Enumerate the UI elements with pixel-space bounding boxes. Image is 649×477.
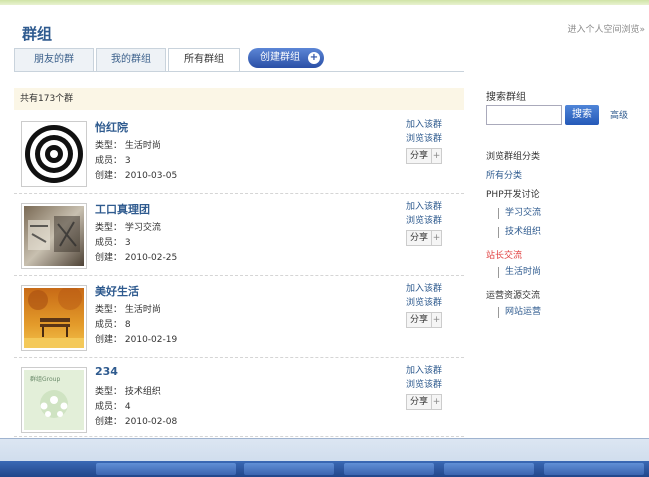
group-thumbnail[interactable]	[21, 203, 87, 269]
group-type: 类型： 学习交流	[95, 223, 161, 233]
group-members: 成员： 3	[95, 156, 131, 166]
group-thumbnail[interactable]: 群组Group	[21, 367, 87, 433]
group-members: 成员： 3	[95, 238, 131, 248]
row-separator	[14, 357, 464, 358]
spiral-image-icon	[24, 124, 84, 184]
group-thumbnail[interactable]	[21, 121, 87, 187]
group-item: 怡红院 类型： 生活时尚 成员： 3 创建： 2010-03-05 加入该群 浏…	[14, 114, 464, 192]
search-input[interactable]	[486, 105, 562, 125]
tab-friends-groups[interactable]: 朋友的群	[14, 48, 94, 71]
group-name[interactable]: 工口真理团	[95, 201, 150, 217]
taskbar-button[interactable]	[244, 463, 334, 475]
search-button[interactable]: 搜索	[565, 105, 599, 125]
tab-divider	[14, 71, 464, 72]
share-button[interactable]: 分享 +	[406, 394, 442, 410]
group-item: 工口真理团 类型： 学习交流 成员： 3 创建： 2010-02-25 加入该群…	[14, 196, 464, 274]
group-created: 创建： 2010-02-08	[95, 417, 178, 427]
join-group-link[interactable]: 加入该群	[406, 364, 466, 378]
category-admin[interactable]: 站长交流	[486, 248, 522, 261]
tab-my-groups[interactable]: 我的群组	[96, 48, 166, 71]
plus-icon: +	[308, 52, 320, 64]
page-title: 群组	[22, 25, 53, 43]
taskbar	[0, 438, 649, 477]
taskbar-button[interactable]	[544, 463, 644, 475]
categories-title: 浏览群组分类	[486, 152, 541, 162]
tab-all-groups[interactable]: 所有群组	[168, 48, 240, 72]
group-actions: 加入该群 浏览该群	[406, 200, 466, 228]
join-group-link[interactable]: 加入该群	[406, 200, 466, 214]
subcategory-tech[interactable]: 技术组织	[498, 227, 541, 238]
taskbar-button[interactable]	[444, 463, 534, 475]
group-name[interactable]: 234	[95, 365, 118, 378]
share-plus-icon: +	[431, 149, 441, 163]
group-actions: 加入该群 浏览该群	[406, 282, 466, 310]
group-item: 美好生活 类型： 生活时尚 成员： 8 创建： 2010-02-19 加入该群 …	[14, 278, 464, 356]
group-created: 创建： 2010-02-19	[95, 335, 178, 345]
create-group-label: 创建群组	[260, 52, 300, 63]
search-label: 搜索群组	[486, 92, 526, 103]
group-name[interactable]: 怡红院	[95, 119, 128, 135]
create-group-button[interactable]: 创建群组 +	[248, 48, 324, 68]
share-button[interactable]: 分享 +	[406, 312, 442, 328]
row-separator	[14, 275, 464, 276]
group-thumbnail[interactable]	[21, 285, 87, 351]
taskbar-button[interactable]	[344, 463, 434, 475]
join-group-link[interactable]: 加入该群	[406, 118, 466, 132]
enter-personal-space-link[interactable]: 进入个人空间浏览»	[567, 22, 645, 35]
share-button[interactable]: 分享 +	[406, 148, 442, 164]
group-actions: 加入该群 浏览该群	[406, 118, 466, 146]
thumb-text: 群组Group	[30, 375, 60, 383]
subcategory-web[interactable]: 网站运营	[498, 307, 541, 318]
browse-group-link[interactable]: 浏览该群	[406, 214, 466, 228]
category-php[interactable]: PHP开发讨论	[486, 187, 540, 200]
default-group-image-icon: 群组Group	[24, 370, 84, 430]
row-separator	[14, 193, 464, 194]
group-type: 类型： 技术组织	[95, 387, 161, 397]
category-all[interactable]: 所有分类	[486, 168, 522, 181]
category-ops[interactable]: 运营资源交流	[486, 288, 540, 301]
share-label: 分享	[410, 397, 429, 407]
subcategory-life[interactable]: 生活时尚	[498, 267, 541, 278]
share-button[interactable]: 分享 +	[406, 230, 442, 246]
group-type: 类型： 生活时尚	[95, 141, 161, 151]
group-members: 成员： 4	[95, 402, 131, 412]
autumn-bench-image-icon	[24, 288, 84, 348]
group-actions: 加入该群 浏览该群	[406, 364, 466, 392]
share-label: 分享	[410, 315, 429, 325]
taskbar-button[interactable]	[96, 463, 236, 475]
photo-image-icon	[24, 206, 84, 266]
join-group-link[interactable]: 加入该群	[406, 282, 466, 296]
group-created: 创建： 2010-03-05	[95, 171, 178, 181]
group-name[interactable]: 美好生活	[95, 283, 139, 299]
share-plus-icon: +	[431, 395, 441, 409]
group-item: 群组Group 234 类型： 技术组织 成员： 4 创建： 2010-02-0…	[14, 360, 464, 438]
share-label: 分享	[410, 233, 429, 243]
share-label: 分享	[410, 151, 429, 161]
group-count: 共有173个群	[14, 88, 464, 110]
group-members: 成员： 8	[95, 320, 131, 330]
subcategory-learning[interactable]: 学习交流	[498, 208, 541, 219]
advanced-search-link[interactable]: 高级	[610, 108, 628, 121]
group-created: 创建： 2010-02-25	[95, 253, 178, 263]
browse-group-link[interactable]: 浏览该群	[406, 378, 466, 392]
row-separator	[14, 436, 464, 437]
browse-group-link[interactable]: 浏览该群	[406, 296, 466, 310]
share-plus-icon: +	[431, 231, 441, 245]
browse-group-link[interactable]: 浏览该群	[406, 132, 466, 146]
share-plus-icon: +	[431, 313, 441, 327]
group-type: 类型： 生活时尚	[95, 305, 161, 315]
